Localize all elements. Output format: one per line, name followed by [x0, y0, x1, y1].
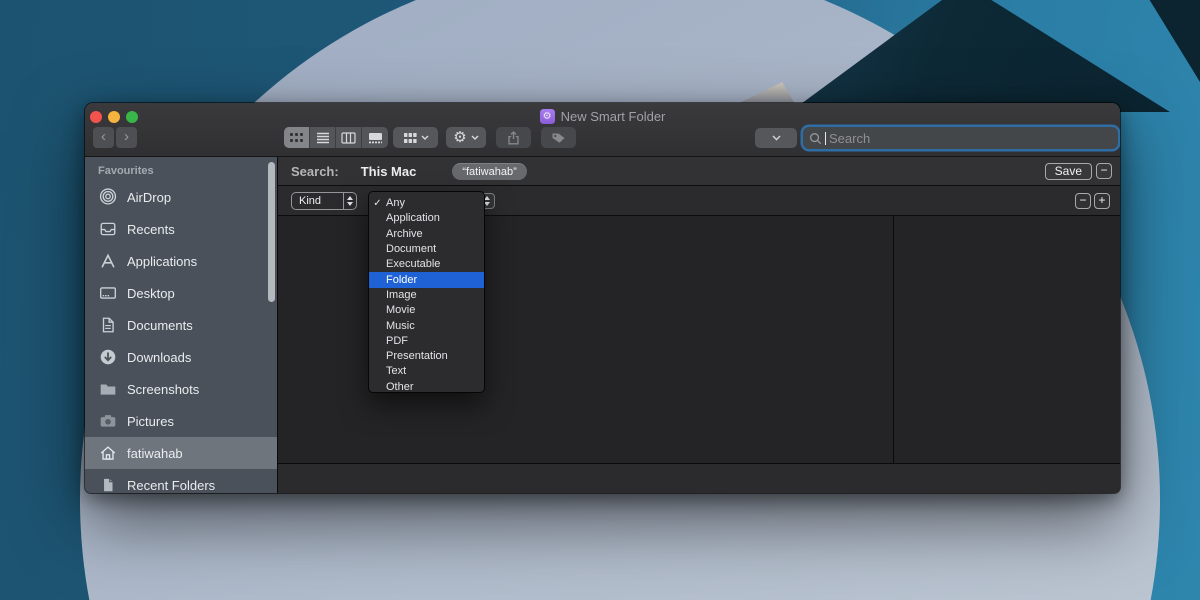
documents-icon — [102, 317, 114, 333]
kind-select[interactable]: Kind — [291, 191, 357, 210]
stepper-icon — [343, 192, 356, 209]
sidebar-section-label: Favourites — [98, 165, 154, 177]
camera-icon — [100, 415, 116, 427]
recents-icon — [100, 222, 116, 236]
folder-icon — [100, 384, 116, 395]
finder-window: ⚙ New Smart Folder ‹ › ⚙ Search Favourit… — [85, 103, 1120, 493]
action-button[interactable]: ⚙ — [446, 127, 486, 148]
checkmark-icon: ✓ — [373, 198, 382, 210]
window-title-row: ⚙ New Smart Folder — [85, 109, 1120, 124]
remove-rule-button[interactable]: − — [1075, 192, 1091, 209]
chevron-down-icon — [771, 135, 781, 141]
remove-search-button[interactable]: − — [1096, 163, 1112, 179]
sidebar-item-label: Documents — [127, 317, 193, 333]
menu-item-application[interactable]: Application — [369, 211, 484, 226]
sidebar-item-documents[interactable]: Documents — [85, 309, 277, 341]
home-icon — [100, 446, 116, 460]
desktop-icon — [100, 287, 116, 299]
view-segmented-control — [284, 127, 388, 148]
search-scope-bar: Search: This Mac “fatiwahab” Save − — [278, 157, 1120, 186]
applications-icon — [101, 253, 115, 268]
group-icon — [403, 132, 417, 143]
text-caret — [825, 131, 826, 145]
list-view-button[interactable] — [310, 127, 336, 148]
menu-item-movie[interactable]: Movie — [369, 303, 484, 318]
search-field[interactable] — [803, 127, 1118, 149]
window-title: New Smart Folder — [560, 109, 666, 124]
menu-item-text[interactable]: Text — [369, 364, 484, 379]
group-button[interactable] — [393, 127, 438, 148]
sidebar: Favourites AirDrop Recents Applications … — [85, 157, 278, 493]
status-bar — [278, 463, 1120, 493]
sidebar-item-recent-folders[interactable]: Recent Folders — [85, 469, 277, 493]
kind-select-value: Kind — [299, 194, 322, 207]
sidebar-item-recents[interactable]: Recents — [85, 213, 277, 245]
query-tag-pill[interactable]: “fatiwahab” — [452, 162, 527, 180]
desktop: ⚙ New Smart Folder ‹ › ⚙ Search Favourit… — [0, 0, 1200, 600]
sidebar-item-downloads[interactable]: Downloads — [85, 341, 277, 373]
tag-button[interactable] — [541, 127, 576, 148]
back-icon: ‹ — [101, 128, 106, 145]
sidebar-item-label: AirDrop — [127, 189, 172, 205]
search-label: Search: — [291, 163, 339, 179]
tag-icon — [552, 133, 565, 143]
sidebar-item-label: Applications — [127, 253, 198, 269]
sidebar-item-label: Desktop — [127, 285, 175, 301]
menu-item-executable[interactable]: Executable — [369, 257, 484, 272]
add-rule-button[interactable]: + — [1094, 192, 1110, 209]
list-view-icon — [316, 132, 329, 143]
airdrop-icon — [99, 188, 117, 205]
sidebar-item-screenshots[interactable]: Screenshots — [85, 373, 277, 405]
search-input[interactable] — [829, 130, 1112, 146]
menu-item-presentation[interactable]: Presentation — [369, 349, 484, 364]
menu-item-pdf[interactable]: PDF — [369, 334, 484, 349]
menu-item-document[interactable]: Document — [369, 242, 484, 257]
sidebar-scrollbar[interactable] — [268, 162, 275, 302]
gallery-view-icon — [368, 132, 382, 143]
gear-icon: ⚙ — [453, 129, 467, 146]
search-scope-dropdown[interactable] — [755, 128, 797, 148]
sidebar-item-applications[interactable]: Applications — [85, 245, 277, 277]
forward-button[interactable]: › — [116, 127, 137, 148]
sidebar-item-pictures[interactable]: Pictures — [85, 405, 277, 437]
downloads-icon — [100, 349, 116, 365]
chevron-down-icon — [421, 135, 428, 140]
menu-item-other[interactable]: Other — [369, 380, 484, 395]
wallpaper-corner — [1149, 0, 1200, 82]
sidebar-item-label: Recent Folders — [127, 477, 216, 493]
column-view-icon — [341, 131, 356, 144]
gallery-view-button[interactable] — [362, 127, 388, 148]
scope-this-mac[interactable]: This Mac — [361, 164, 417, 179]
sidebar-item-label: Recents — [127, 221, 175, 237]
column-divider — [893, 216, 894, 463]
chevron-down-icon — [471, 135, 479, 140]
sidebar-item-label: Pictures — [127, 413, 174, 429]
search-icon — [810, 132, 822, 144]
icon-view-button[interactable] — [284, 127, 310, 148]
document-icon — [104, 478, 113, 492]
sidebar-item-fatiwahab[interactable]: fatiwahab — [85, 437, 277, 469]
kind-dropdown-menu: ✓ Any Application Archive Document Execut… — [368, 191, 485, 393]
sidebar-item-label: fatiwahab — [127, 445, 183, 461]
forward-icon: › — [124, 128, 129, 145]
share-icon — [508, 130, 519, 144]
menu-item-music[interactable]: Music — [369, 318, 484, 333]
back-button[interactable]: ‹ — [93, 127, 114, 148]
smart-folder-icon: ⚙ — [539, 109, 555, 124]
icon-view-icon — [290, 132, 303, 142]
sidebar-item-label: Downloads — [127, 349, 192, 365]
menu-item-archive[interactable]: Archive — [369, 227, 484, 242]
menu-item-any[interactable]: ✓ Any — [369, 196, 484, 211]
sidebar-item-airdrop[interactable]: AirDrop — [85, 181, 277, 213]
column-view-button[interactable] — [336, 127, 362, 148]
sidebar-item-label: Screenshots — [127, 381, 200, 397]
menu-item-image[interactable]: Image — [369, 288, 484, 303]
share-button[interactable] — [496, 127, 531, 148]
menu-item-folder[interactable]: Folder — [369, 272, 484, 288]
sidebar-item-desktop[interactable]: Desktop — [85, 277, 277, 309]
title-bar: ⚙ New Smart Folder ‹ › ⚙ Search — [85, 103, 1120, 157]
save-button[interactable]: Save — [1044, 162, 1092, 180]
